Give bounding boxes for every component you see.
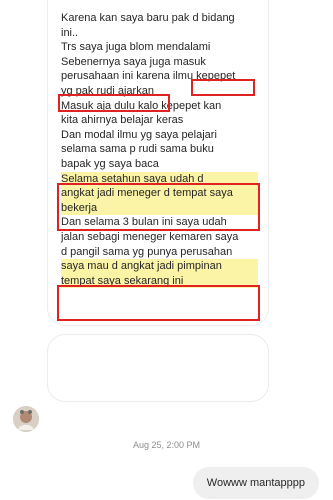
outgoing-message-bubble[interactable]: Wowww mantapppp — [192, 467, 319, 499]
message-line: Trs saya juga blom mendalami — [61, 41, 211, 54]
chat-thread: Karena kan saya baru pak d bidang ini.. … — [0, 0, 333, 500]
message-timestamp: Aug 25, 2:00 PM — [132, 440, 201, 450]
incoming-message-bubble[interactable]: Karena kan saya baru pak d bidang ini.. … — [47, 0, 269, 326]
message-line: kita ahirnya belajar keras — [61, 114, 184, 127]
message-line: Karena kan saya baru pak d bidang — [61, 12, 235, 24]
empty-message-bubble[interactable] — [47, 334, 269, 402]
red-outline-box — [57, 285, 260, 321]
highlighted-message-line: bekerja — [61, 200, 258, 216]
message-line: bapak yg saya baca — [61, 157, 159, 170]
message-line: Dan modal ilmu yg saya pelajari — [61, 128, 217, 141]
message-line: jalan sebagi meneger kemaren saya — [61, 230, 239, 243]
highlighted-message-line: Selama setahun saya udah d — [61, 171, 258, 187]
message-line: yg pak rudi ajarkan — [61, 84, 154, 97]
highlighted-message-line: saya mau d angkat jadi pimpinan — [61, 259, 258, 274]
highlighted-message-line: tempat saya sekarang ini — [61, 273, 258, 289]
message-line: ini.. — [61, 26, 79, 39]
sender-avatar[interactable] — [13, 406, 39, 432]
avatar-image — [13, 406, 39, 432]
message-line: Masuk aja dulu kalo kepepet kan — [61, 99, 222, 112]
message-line: perusahaan ini karena ilmu kepepet — [61, 70, 236, 83]
message-line: selama sama p rudi sama buku — [61, 143, 214, 156]
message-line: Sebenernya saya juga masuk — [61, 55, 206, 68]
highlighted-message-line: angkat jadi meneger d tempat saya — [61, 186, 258, 201]
message-line: Dan selama 3 bulan ini saya udah — [61, 216, 227, 229]
message-line: d pangil sama yg punya perusahan — [61, 245, 233, 258]
